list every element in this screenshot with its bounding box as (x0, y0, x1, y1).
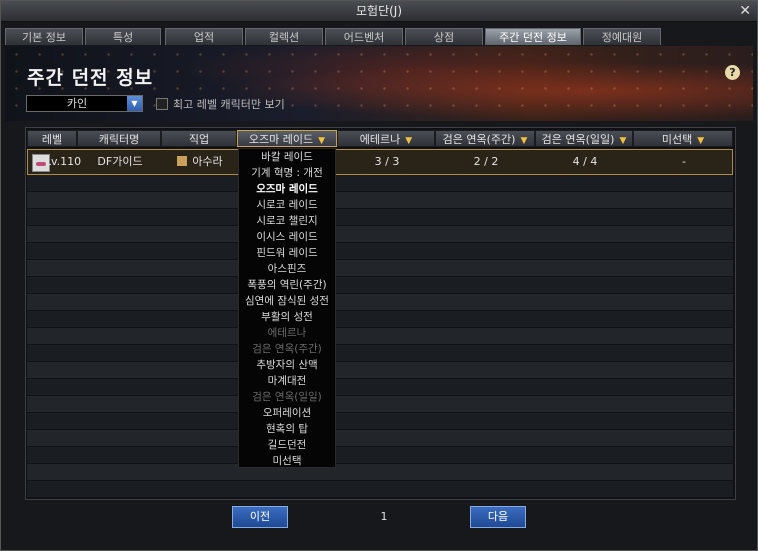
adventure-window: 모험단(J) ✕ 기본 정보 특성 업적 컬렉션 어드벤처 상점 주간 던전 정… (0, 0, 758, 551)
row-job: 아수라 (162, 150, 238, 174)
tab-collection[interactable]: 컬렉션 (245, 28, 323, 45)
dropdown-option[interactable]: 심연에 잠식된 성전 (239, 293, 335, 309)
title-bar[interactable]: 모험단(J) ✕ (1, 1, 757, 22)
dropdown-arrow-icon: ▼ (697, 136, 705, 146)
close-icon[interactable]: ✕ (739, 1, 751, 21)
table-body: Lv.110 DF가이드 아수라 3 / 3 2 / 2 4 / 4 - (27, 149, 733, 498)
header-dungeon-2-dropdown[interactable]: 에테르나 ▼ (337, 130, 435, 147)
empty-row (27, 447, 733, 464)
empty-row (27, 260, 733, 277)
tab-achievements[interactable]: 업적 (165, 28, 243, 45)
page-title: 주간 던전 정보 (27, 67, 154, 89)
dropdown-option[interactable]: 시로코 레이드 (239, 197, 335, 213)
tab-traits[interactable]: 특성 (85, 28, 161, 45)
dropdown-option[interactable]: 이시스 레이드 (239, 229, 335, 245)
dropdown-option[interactable]: 미선택 (239, 453, 335, 469)
tab-elite-members[interactable]: 정예대원 (583, 28, 661, 45)
empty-row (27, 277, 733, 294)
header-dungeon-5-dropdown[interactable]: 미선택 ▼ (633, 130, 733, 147)
dropdown-option[interactable]: 추방자의 산맥 (239, 357, 335, 373)
dropdown-option-disabled: 에테르나 (267, 327, 307, 339)
empty-row (27, 396, 733, 413)
header-dungeon-4-dropdown[interactable]: 검은 연옥(일일) ▼ (535, 130, 633, 147)
header-dungeon-1-dropdown[interactable]: 오즈마 레이드 ▼ (237, 130, 337, 147)
empty-row (27, 328, 733, 345)
dropdown-arrow-icon: ▼ (405, 136, 413, 146)
character-select[interactable]: 카인 ▼ (26, 95, 143, 112)
max-level-checkbox[interactable] (156, 98, 168, 110)
header-level: 레벨 (27, 130, 77, 147)
page-number: 1 (380, 510, 388, 523)
window-title: 모험단(J) (355, 4, 403, 18)
dropdown-option[interactable]: 시로코 챌린지 (239, 213, 335, 229)
dropdown-option[interactable]: 폭풍의 역린(주간) (239, 277, 335, 293)
prev-page-button[interactable]: 이전 (232, 506, 288, 528)
chevron-down-icon[interactable]: ▼ (127, 96, 142, 111)
tab-shop[interactable]: 상점 (405, 28, 483, 45)
empty-row (27, 362, 733, 379)
row-dungeon-5-count: - (682, 155, 686, 168)
dropdown-arrow-icon: ▼ (520, 136, 528, 146)
empty-row (27, 379, 733, 396)
empty-row (27, 481, 733, 498)
dropdown-arrow-icon: ▼ (619, 136, 627, 146)
tab-weekly-dungeon[interactable]: 주간 던전 정보 (485, 28, 581, 45)
dropdown-option-selected[interactable]: 오즈마 레이드 (239, 181, 335, 197)
empty-row (27, 345, 733, 362)
header-dungeon-3-dropdown[interactable]: 검은 연옥(주간) ▼ (435, 130, 535, 147)
help-icon[interactable]: ? (725, 65, 740, 80)
dropdown-option[interactable]: 바칼 레이드 (239, 149, 335, 165)
empty-row (27, 413, 733, 430)
empty-row (27, 175, 733, 192)
tab-basic-info[interactable]: 기본 정보 (5, 28, 83, 45)
table-row[interactable]: Lv.110 DF가이드 아수라 3 / 3 2 / 2 4 / 4 - (27, 149, 733, 175)
empty-row (27, 294, 733, 311)
row-dungeon-2-count: 3 / 3 (374, 155, 400, 168)
tab-adventure[interactable]: 어드벤처 (325, 28, 403, 45)
empty-row (27, 243, 733, 260)
table-header: 레벨 캐릭터명 직업 오즈마 레이드 ▼ 에테르나 ▼ 검은 연옥(주간) ▼ 검은 … (27, 130, 733, 147)
row-dungeon-4-count: 4 / 4 (572, 155, 598, 168)
dropdown-option[interactable]: 길드던전 (239, 437, 335, 453)
dropdown-option[interactable]: 아스핀즈 (239, 261, 335, 277)
dropdown-option[interactable]: 현혹의 탑 (239, 421, 335, 437)
character-select-value: 카인 (66, 97, 88, 110)
dropdown-option[interactable]: 오퍼레이션 (239, 405, 335, 421)
row-dungeon-3-count: 2 / 2 (473, 155, 499, 168)
header-job: 직업 (161, 130, 237, 147)
empty-row (27, 430, 733, 447)
empty-row (27, 311, 733, 328)
dropdown-option-disabled: 검은 연옥(일일) (252, 391, 322, 403)
empty-row (27, 209, 733, 226)
dropdown-option[interactable]: 핀드워 레이드 (239, 245, 335, 261)
dropdown-option-disabled: 검은 연옥(주간) (252, 343, 322, 355)
empty-row (27, 226, 733, 243)
max-level-checkbox-label: 최고 레벨 캐릭터만 보기 (173, 98, 285, 111)
tab-bar: 기본 정보 특성 업적 컬렉션 어드벤처 상점 주간 던전 정보 정예대원 (1, 28, 757, 46)
row-character-name: DF가이드 (97, 155, 143, 168)
empty-row (27, 464, 733, 481)
empty-row (27, 192, 733, 209)
next-page-button[interactable]: 다음 (470, 506, 526, 528)
dropdown-option[interactable]: 부활의 성전 (239, 309, 335, 325)
header-character-name: 캐릭터명 (77, 130, 161, 147)
dungeon-dropdown-list: 바칼 레이드 기계 혁명 : 개전 오즈마 레이드 시로코 레이드 시로코 챌린… (238, 148, 336, 468)
job-icon (177, 156, 188, 166)
dropdown-option[interactable]: 기계 혁명 : 개전 (239, 165, 335, 181)
dropdown-option[interactable]: 마계대전 (239, 373, 335, 389)
